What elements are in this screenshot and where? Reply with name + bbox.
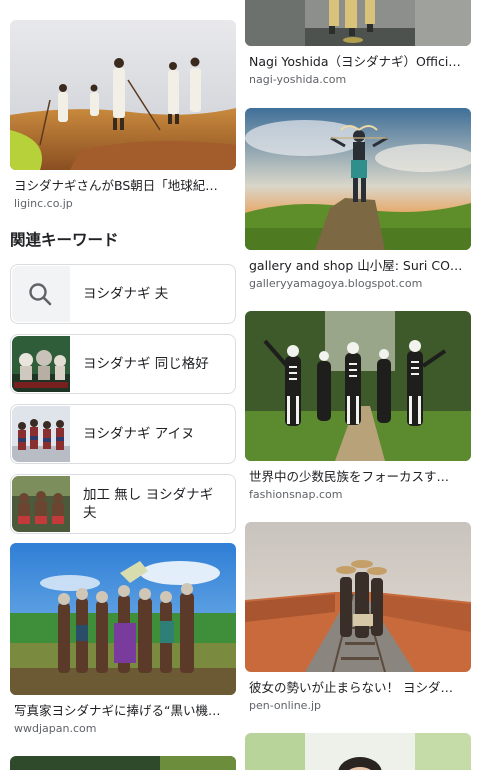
result-image-escalator[interactable] bbox=[245, 0, 471, 46]
result-source: fashionsnap.com bbox=[249, 488, 343, 501]
keyword-thumbnail-image bbox=[12, 406, 70, 462]
related-keyword-label: ヨシダナギ 夫 bbox=[83, 286, 169, 302]
search-icon bbox=[12, 266, 70, 322]
result-image-railway-group[interactable] bbox=[245, 522, 471, 672]
result-source: nagi-yoshida.com bbox=[249, 73, 347, 86]
result-image-partial[interactable] bbox=[245, 733, 471, 770]
result-source: pen-online.jp bbox=[249, 699, 321, 712]
result-title[interactable]: 彼女の勢いが止まらない！ ヨシダ… bbox=[249, 680, 467, 696]
result-source: galleryyamagoya.blogspot.com bbox=[249, 277, 423, 290]
result-title[interactable]: Nagi Yoshida（ヨシダナギ）Offici… bbox=[249, 54, 467, 70]
result-title[interactable]: gallery and shop 山小屋: Suri COLL… bbox=[249, 258, 467, 274]
result-source: wwdjapan.com bbox=[14, 722, 97, 735]
result-image-partial[interactable] bbox=[10, 756, 236, 770]
keyword-thumbnail-image bbox=[12, 336, 70, 392]
result-image-tribe-group[interactable] bbox=[10, 543, 236, 695]
result-image-painted-tribe[interactable] bbox=[245, 311, 471, 461]
related-keyword-card[interactable]: 加工 無し ヨシダナギ 夫 bbox=[10, 474, 236, 534]
result-source: liginc.co.jp bbox=[14, 197, 73, 210]
related-keyword-label: ヨシダナギ アイヌ bbox=[83, 426, 195, 442]
related-keyword-label: 加工 無し ヨシダナギ 夫 bbox=[83, 487, 214, 521]
related-keywords-heading: 関連キーワード bbox=[10, 231, 119, 249]
related-keyword-card[interactable]: ヨシダナギ 同じ格好 bbox=[10, 334, 236, 394]
related-keyword-card[interactable]: ヨシダナギ アイヌ bbox=[10, 404, 236, 464]
related-keyword-label: ヨシダナギ 同じ格好 bbox=[83, 356, 209, 372]
keyword-thumbnail-image bbox=[12, 476, 70, 532]
result-title[interactable]: ヨシダナギさんがBS朝日「地球紀… bbox=[14, 178, 232, 194]
result-title[interactable]: 世界中の少数民族をフォーカスす… bbox=[249, 469, 467, 485]
result-title[interactable]: 写真家ヨシダナギに捧げる“黒い機… bbox=[14, 703, 232, 719]
result-image-suri-warrior[interactable] bbox=[245, 108, 471, 250]
related-keyword-card[interactable]: ヨシダナギ 夫 bbox=[10, 264, 236, 324]
result-image-desert-tribe[interactable] bbox=[10, 20, 236, 170]
